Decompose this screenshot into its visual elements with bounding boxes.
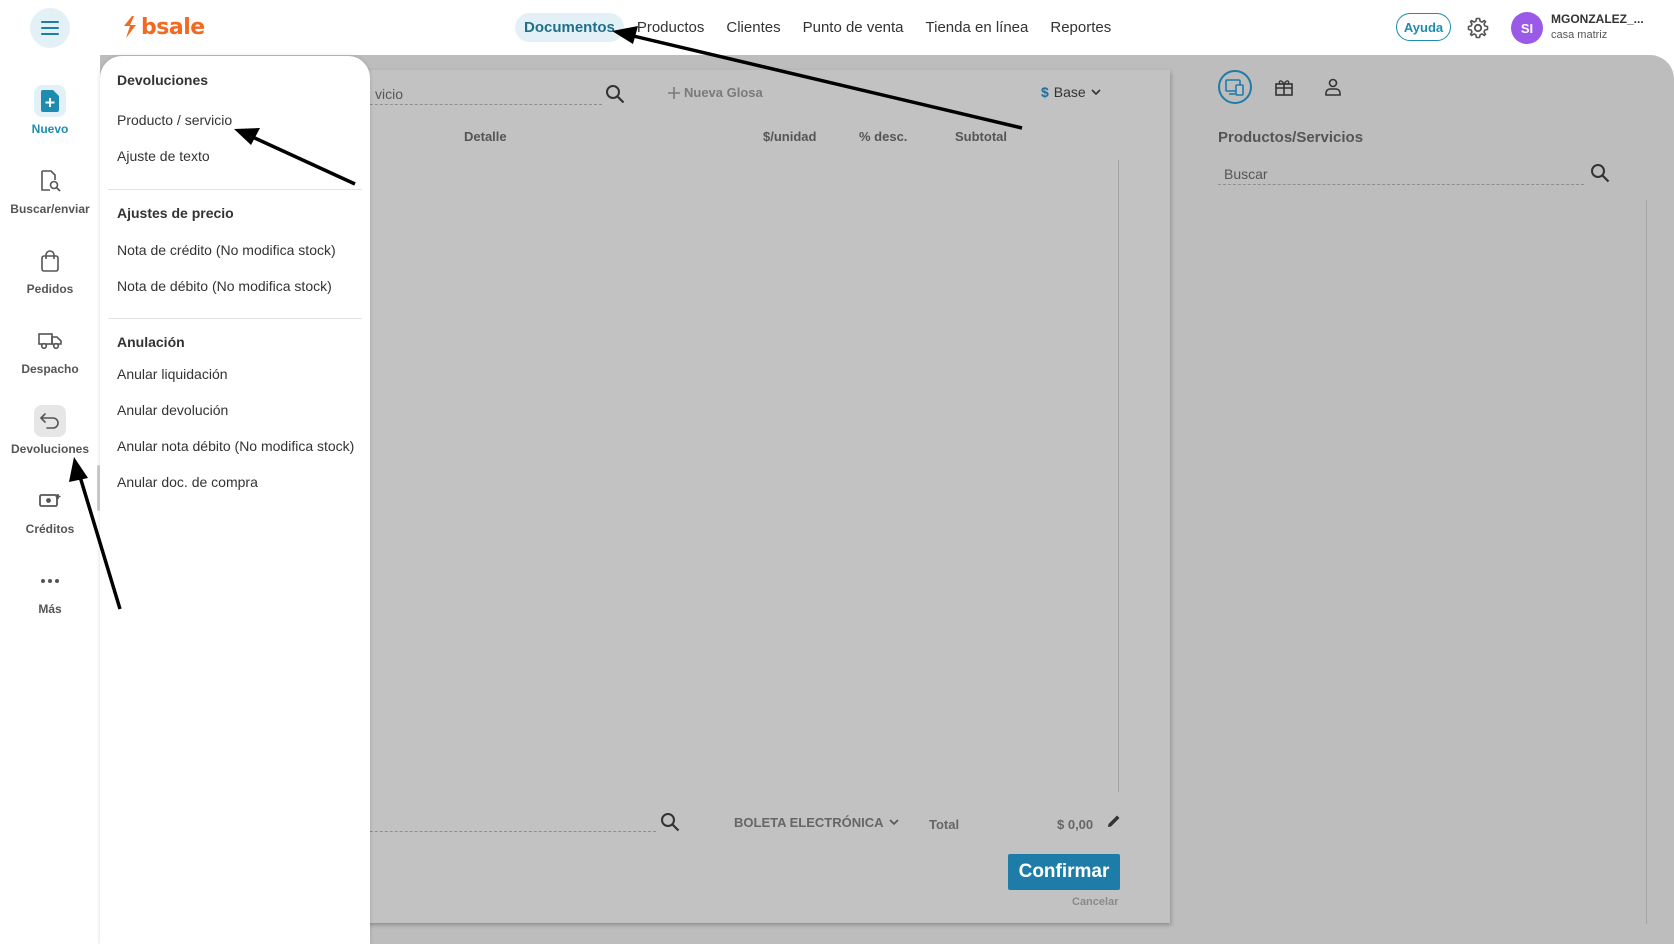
person-icon (1325, 78, 1341, 96)
sidebar-item-label: Créditos (25, 522, 75, 536)
user-avatar[interactable]: SI (1511, 12, 1543, 44)
nav-productos[interactable]: Productos (628, 13, 714, 42)
file-search-icon (34, 165, 66, 197)
price-list-value: Base (1053, 84, 1086, 100)
pencil-icon[interactable] (1107, 814, 1121, 828)
sidebar-item-label: Despacho (21, 362, 79, 376)
plus-icon (668, 86, 680, 99)
more-dots-icon (34, 565, 66, 597)
document-panel (340, 70, 1170, 923)
bsale-logo[interactable]: bsale (122, 12, 205, 42)
sidebar-item-devoluciones[interactable]: Devoluciones (0, 405, 100, 456)
cash-icon (34, 485, 66, 517)
menu-divider (108, 318, 362, 319)
user-name[interactable]: MGONZALEZ_... (1551, 12, 1644, 26)
user-branch: casa matriz (1551, 29, 1608, 41)
tab-promotions[interactable] (1267, 70, 1301, 104)
add-glosa-label: Nueva Glosa (684, 85, 763, 100)
document-scrollbar-track[interactable] (1118, 160, 1119, 792)
menu-section-ajustes-de-precio: Ajustes de precio (117, 205, 234, 221)
item-search-underline (350, 104, 602, 105)
tab-customer[interactable] (1316, 70, 1350, 104)
sidebar-item-mas[interactable]: Más (0, 565, 100, 616)
column-header-subtotal: Subtotal (955, 129, 1007, 144)
search-icon[interactable] (605, 84, 625, 104)
menu-section-devoluciones: Devoluciones (117, 72, 209, 88)
price-list-symbol: $ (1041, 84, 1049, 100)
logo-text: bsale (141, 14, 205, 40)
top-bar: bsale Documentos Productos Clientes Punt… (0, 0, 1674, 55)
file-plus-icon (34, 85, 66, 117)
sidebar-item-label: Más (38, 602, 62, 616)
menu-divider (108, 189, 362, 190)
product-search-underline (1218, 184, 1584, 185)
menu-item-anular-nota-debito[interactable]: Anular nota débito (No modifica stock) (117, 438, 354, 454)
sidebar-item-buscar-enviar[interactable]: Buscar/enviar (0, 165, 100, 216)
chevron-down-icon (1091, 88, 1101, 95)
nav-clientes[interactable]: Clientes (717, 13, 789, 42)
menu-item-anular-doc-de-compra[interactable]: Anular doc. de compra (117, 474, 258, 490)
search-icon[interactable] (1590, 163, 1610, 183)
sidebar-item-label: Pedidos (26, 282, 74, 296)
menu-item-anular-devolucion[interactable]: Anular devolución (117, 402, 228, 418)
sidebar-item-pedidos[interactable]: Pedidos (0, 245, 100, 296)
bsale-logo-icon (124, 16, 136, 38)
product-search-input[interactable]: Buscar (1224, 166, 1268, 182)
devoluciones-menu: Devoluciones Producto / servicio Ajuste … (100, 56, 370, 944)
left-sidebar: Nuevo Buscar/enviar Pedidos Despacho Dev… (0, 55, 100, 944)
devices-icon (1225, 79, 1244, 96)
document-type-value: BOLETA ELECTRÓNICA (734, 815, 884, 830)
chevron-down-icon (888, 819, 899, 826)
sidebar-item-despacho[interactable]: Despacho (0, 325, 100, 376)
nav-tienda-en-linea[interactable]: Tienda en línea (917, 13, 1038, 42)
truck-icon (34, 325, 66, 357)
products-scrollbar-track[interactable] (1646, 200, 1647, 924)
total-label: Total (929, 817, 960, 832)
menu-item-nota-de-debito[interactable]: Nota de débito (No modifica stock) (117, 278, 332, 294)
column-header-unit-price: $/unidad (763, 129, 817, 144)
tab-products[interactable] (1218, 70, 1252, 104)
help-button[interactable]: Ayuda (1396, 13, 1451, 41)
document-type-select[interactable]: BOLETA ELECTRÓNICA (734, 815, 899, 830)
item-search-input[interactable]: vicio (375, 86, 403, 102)
menu-item-producto-servicio[interactable]: Producto / servicio (117, 112, 232, 128)
nav-reportes[interactable]: Reportes (1041, 13, 1120, 42)
sidebar-item-label: Nuevo (31, 122, 69, 136)
confirm-button[interactable]: Confirmar (1008, 854, 1120, 890)
column-header-discount: % desc. (859, 129, 908, 144)
gear-icon[interactable] (1466, 16, 1490, 40)
shopping-bag-icon (34, 245, 66, 277)
hamburger-icon (41, 21, 59, 35)
products-panel-title: Productos/Servicios (1218, 129, 1364, 146)
price-list-select[interactable]: $ Base (1041, 84, 1101, 100)
column-header-detalle: Detalle (464, 129, 507, 144)
nav-documentos[interactable]: Documentos (515, 13, 624, 42)
sidebar-item-nuevo[interactable]: Nuevo (0, 85, 100, 136)
nav-punto-de-venta[interactable]: Punto de venta (794, 13, 913, 42)
sidebar-item-creditos[interactable]: Créditos (0, 485, 100, 536)
menu-section-anulacion: Anulación (117, 334, 185, 350)
add-glosa-button[interactable]: Nueva Glosa (668, 85, 763, 100)
sidebar-item-label: Devoluciones (10, 442, 90, 456)
client-search-underline (350, 831, 656, 832)
return-arrow-icon (34, 405, 66, 437)
menu-item-anular-liquidacion[interactable]: Anular liquidación (117, 366, 228, 382)
search-icon[interactable] (660, 812, 680, 832)
menu-item-ajuste-de-texto[interactable]: Ajuste de texto (117, 148, 210, 164)
top-navigation: Documentos Productos Clientes Punto de v… (515, 13, 1124, 42)
hamburger-menu-button[interactable] (30, 8, 70, 48)
right-panel-tabs (1218, 70, 1365, 104)
cancel-link[interactable]: Cancelar (1072, 896, 1118, 908)
sidebar-item-label: Buscar/enviar (10, 202, 90, 216)
gift-icon (1275, 80, 1293, 96)
total-value: $ 0,00 (1057, 817, 1094, 832)
menu-item-nota-de-credito[interactable]: Nota de crédito (No modifica stock) (117, 242, 336, 258)
